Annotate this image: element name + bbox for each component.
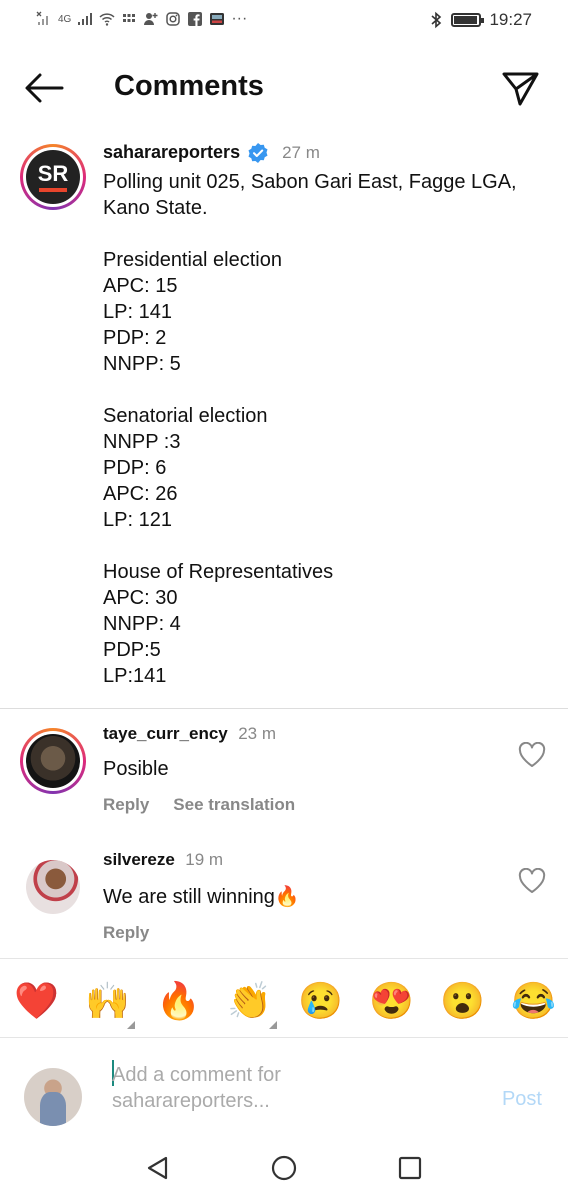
status-icons-left: 4G ···: [36, 10, 247, 28]
post-button[interactable]: Post: [502, 1088, 542, 1111]
triangle-back-icon: [147, 1156, 168, 1180]
reaction-laughing-emoji[interactable]: 😂: [511, 979, 556, 1023]
skin-tone-indicator: [269, 1021, 277, 1029]
comment-username[interactable]: taye_curr_ency: [103, 724, 228, 743]
reaction-heart-emoji[interactable]: ❤️: [14, 979, 59, 1023]
comment-composer: Add a comment for saharareporters... Pos…: [0, 1038, 568, 1138]
see-translation-button[interactable]: See translation: [173, 795, 295, 815]
user-photo-avatar: [26, 860, 80, 914]
comment-avatar[interactable]: [20, 728, 86, 794]
comment-time: 23 m: [238, 724, 277, 743]
facebook-icon: [188, 12, 203, 26]
grid-icon: [123, 14, 136, 22]
caption-body: saharareporters 27 m Polling unit 025, S…: [103, 142, 543, 689]
verified-badge-icon: [248, 142, 268, 163]
status-icons-right: 19:27: [429, 10, 532, 30]
logo-text: SR: [37, 160, 69, 186]
reaction-raised-hands-emoji[interactable]: 🙌: [85, 979, 135, 1029]
heart-icon: [518, 741, 546, 767]
nav-recents-button[interactable]: [396, 1154, 424, 1182]
nav-home-button[interactable]: [270, 1154, 298, 1182]
lion-avatar: [26, 734, 80, 788]
app-notification-icon: [210, 13, 225, 25]
logo-bar: [39, 187, 67, 192]
system-nav-bar: [0, 1140, 568, 1200]
page-title: Comments: [114, 70, 264, 102]
reaction-heart-eyes-emoji[interactable]: 😍: [369, 979, 414, 1023]
skin-tone-indicator: [127, 1021, 135, 1029]
comment-text: Posible: [103, 758, 169, 780]
circle-home-icon: [271, 1155, 297, 1181]
comment-time: 19 m: [185, 850, 224, 869]
bluetooth-icon: [431, 11, 442, 29]
instagram-icon: [166, 12, 181, 26]
saharareporters-logo: SR: [26, 150, 80, 204]
caption-username[interactable]: saharareporters: [103, 142, 240, 163]
reply-button[interactable]: Reply: [103, 923, 149, 943]
signal-icon: [78, 13, 93, 25]
battery-icon: [451, 13, 485, 27]
caption-avatar[interactable]: SR: [20, 144, 86, 210]
like-comment-button[interactable]: [518, 867, 546, 894]
like-comment-button[interactable]: [518, 741, 546, 768]
reaction-crying-emoji[interactable]: 😢: [298, 979, 343, 1023]
reply-button[interactable]: Reply: [103, 795, 149, 815]
wifi-icon: [99, 13, 115, 26]
clock: 19:27: [489, 10, 532, 29]
arrow-left-icon: [25, 73, 64, 103]
caption-time: 27 m: [282, 142, 320, 162]
comment-avatar[interactable]: [20, 854, 86, 920]
reaction-fire-emoji[interactable]: 🔥: [156, 979, 201, 1023]
reaction-clapping-emoji[interactable]: 👏: [227, 979, 277, 1029]
more-notifications: ···: [231, 10, 248, 27]
nav-back-button[interactable]: [144, 1154, 172, 1182]
add-user-icon: [144, 13, 158, 25]
back-button[interactable]: [22, 70, 66, 106]
reaction-surprised-emoji[interactable]: 😮: [440, 979, 485, 1023]
paper-plane-icon: [502, 72, 539, 106]
current-user-avatar: [24, 1068, 82, 1126]
share-button[interactable]: [500, 68, 540, 108]
status-bar: 4G ··· 19:27: [0, 0, 568, 44]
header: Comments: [0, 60, 568, 116]
emoji-reaction-bar: ❤️ 🙌 🔥 👏 😢 😍 😮 😂: [0, 958, 568, 1038]
comment-input[interactable]: Add a comment for saharareporters...: [112, 1062, 332, 1114]
comment-text: We are still winning🔥: [103, 886, 300, 908]
network-type: 4G: [58, 13, 72, 25]
comment-username[interactable]: silvereze: [103, 850, 175, 869]
caption-text: Polling unit 025, Sabon Gari East, Fagge…: [103, 171, 517, 687]
signal-off-icon: [36, 11, 48, 25]
square-recents-icon: [398, 1156, 422, 1180]
divider: [0, 708, 568, 709]
heart-icon: [518, 867, 546, 893]
